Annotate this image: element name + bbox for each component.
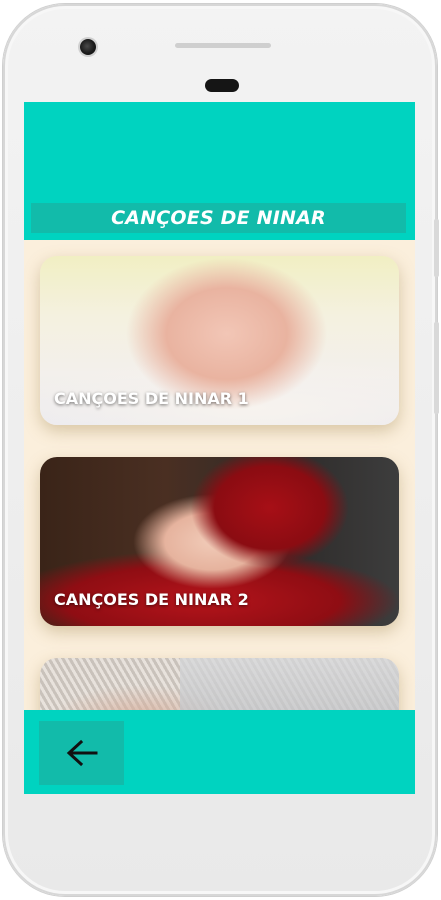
front-camera (80, 39, 96, 55)
sensor-slot (205, 79, 239, 92)
app-screen: CANÇOES DE NINAR CANÇOES DE NINAR 1 CANÇ… (24, 102, 415, 794)
page-title: CANÇOES DE NINAR (111, 207, 326, 229)
bottom-bar (24, 710, 415, 794)
earpiece-speaker (175, 43, 271, 48)
lullaby-card-label: CANÇOES DE NINAR 2 (54, 590, 249, 609)
arrow-left-icon (66, 739, 97, 767)
back-button[interactable] (39, 721, 124, 785)
lullaby-card-1[interactable]: CANÇOES DE NINAR 1 (40, 256, 399, 425)
volume-button (434, 219, 439, 277)
lullaby-list[interactable]: CANÇOES DE NINAR 1 CANÇOES DE NINAR 2 (24, 240, 415, 748)
lullaby-card-label: CANÇOES DE NINAR 1 (54, 389, 249, 408)
app-header: CANÇOES DE NINAR (24, 102, 415, 240)
power-button (434, 322, 439, 414)
title-bar: CANÇOES DE NINAR (31, 203, 406, 233)
lullaby-card-2[interactable]: CANÇOES DE NINAR 2 (40, 457, 399, 626)
